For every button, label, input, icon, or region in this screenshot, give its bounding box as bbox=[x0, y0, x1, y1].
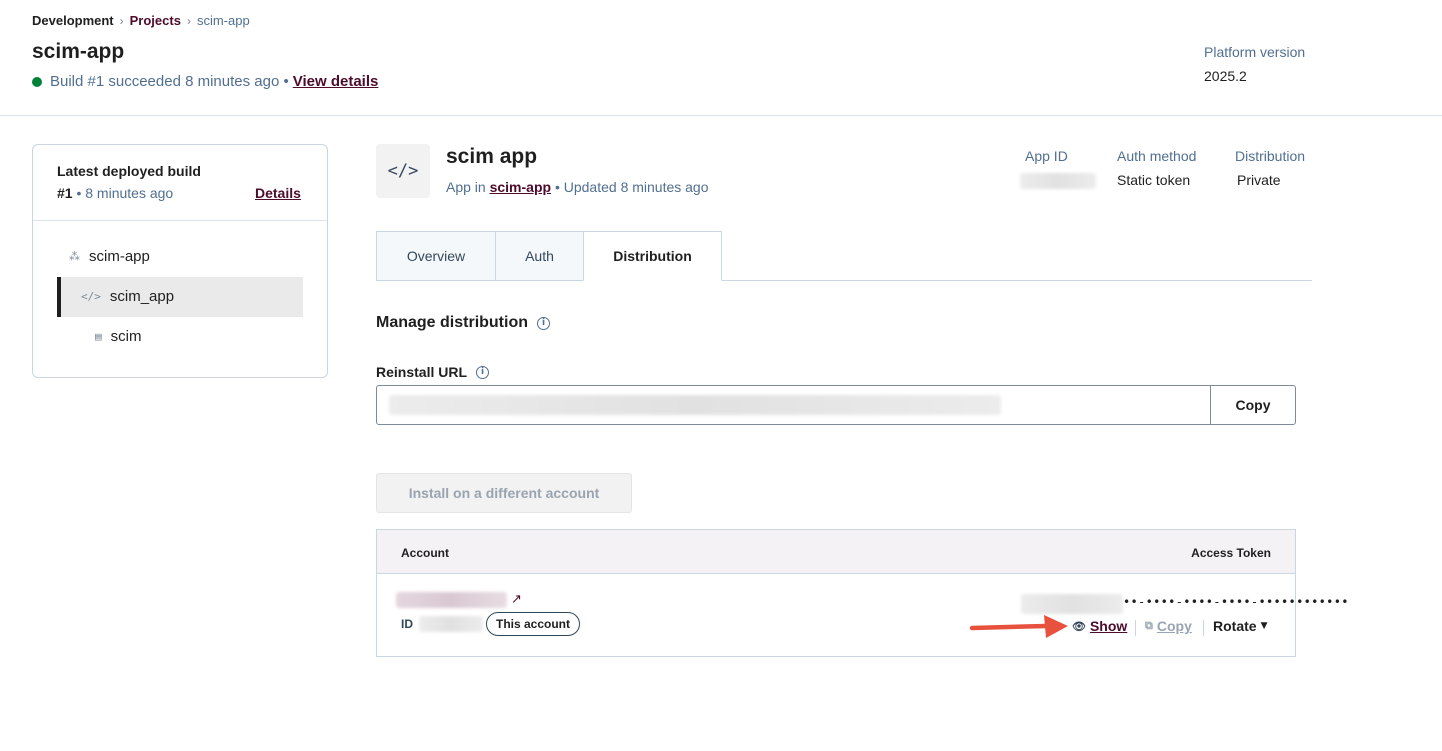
build-number: #1 bbox=[57, 185, 73, 201]
reinstall-url-redacted bbox=[389, 395, 1001, 415]
document-icon: ▤ bbox=[95, 330, 102, 343]
copy-url-button[interactable]: Copy bbox=[1210, 385, 1296, 425]
breadcrumb-separator: › bbox=[119, 13, 124, 28]
latest-build-card: Latest deployed build #1 • 8 minutes ago… bbox=[32, 144, 328, 378]
app-id-label: App ID bbox=[1025, 148, 1068, 164]
app-subtitle-prefix: App in bbox=[446, 179, 490, 195]
build-card-title: Latest deployed build bbox=[57, 163, 201, 179]
view-details-link[interactable]: View details bbox=[293, 73, 379, 90]
reinstall-url-field[interactable] bbox=[376, 385, 1211, 425]
this-account-badge: This account bbox=[486, 612, 581, 636]
platform-version-value: 2025.2 bbox=[1204, 68, 1247, 84]
copy-token-label: Copy bbox=[1156, 618, 1192, 634]
copy-icon: ⧉ bbox=[1145, 619, 1153, 632]
info-icon[interactable]: i bbox=[537, 316, 550, 330]
build-card-meta: #1 • 8 minutes ago bbox=[57, 185, 173, 201]
header-divider bbox=[0, 115, 1442, 116]
tree-item-label: scim-app bbox=[89, 248, 150, 265]
platform-version-label: Platform version bbox=[1204, 44, 1306, 60]
distribution-value: Private bbox=[1237, 172, 1281, 188]
section-title-text: Manage distribution bbox=[376, 314, 528, 331]
tab-distribution[interactable]: Distribution bbox=[583, 231, 722, 281]
account-id-redacted bbox=[419, 616, 483, 632]
project-icon: ⁂ bbox=[69, 250, 80, 263]
build-status-text: Build #1 succeeded 8 minutes ago • bbox=[50, 73, 289, 90]
page-title: scim-app bbox=[32, 40, 125, 63]
info-icon[interactable]: i bbox=[476, 365, 490, 379]
app-title: scim app bbox=[446, 145, 538, 168]
distribution-label: Distribution bbox=[1235, 148, 1306, 164]
tab-overview[interactable]: Overview bbox=[376, 231, 496, 281]
app-code-icon: </> bbox=[376, 144, 430, 198]
rotate-label: Rotate bbox=[1213, 618, 1257, 634]
app-id-value-redacted bbox=[1020, 173, 1096, 189]
tree-item-label: scim bbox=[110, 328, 142, 345]
build-card-divider bbox=[33, 220, 327, 221]
tab-auth[interactable]: Auth bbox=[495, 231, 584, 281]
status-dot-icon bbox=[32, 76, 42, 87]
copy-token-button: ⧉ Copy bbox=[1145, 618, 1192, 634]
auth-method-value: Static token bbox=[1117, 172, 1191, 188]
breadcrumb-current: scim-app bbox=[196, 13, 250, 28]
account-name-redacted[interactable] bbox=[396, 592, 507, 608]
app-subtitle-suffix: • Updated 8 minutes ago bbox=[551, 179, 709, 195]
rotate-token-dropdown[interactable]: Rotate ▼ bbox=[1213, 618, 1267, 634]
caret-down-icon: ▼ bbox=[1260, 621, 1268, 631]
access-token-masked: ••-••••-••••-••••-•••••••••••• bbox=[1123, 595, 1349, 609]
breadcrumb-development[interactable]: Development bbox=[32, 13, 114, 28]
tree-item-project[interactable]: ⁂ scim-app bbox=[69, 248, 150, 265]
code-icon: </> bbox=[81, 290, 101, 303]
app-project-link[interactable]: scim-app bbox=[490, 179, 551, 195]
auth-method-label: Auth method bbox=[1117, 148, 1197, 164]
show-token-button[interactable]: 👁 Show bbox=[1072, 618, 1127, 634]
accounts-table: Account Access Token ↗ ID This account •… bbox=[376, 529, 1348, 657]
reinstall-url-label: Reinstall URL i bbox=[376, 364, 490, 380]
column-access-token: Access Token bbox=[1191, 546, 1271, 560]
tree-item-label: scim_app bbox=[109, 288, 175, 305]
tree-item-app[interactable]: </> scim_app bbox=[81, 288, 174, 305]
external-link-icon[interactable]: ↗ bbox=[511, 592, 522, 607]
column-account: Account bbox=[401, 546, 449, 560]
build-status: Build #1 succeeded 8 minutes ago • View … bbox=[32, 73, 378, 90]
annotation-arrow-icon bbox=[969, 615, 1068, 638]
manage-distribution-heading: Manage distribution i bbox=[376, 314, 550, 332]
show-label: Show bbox=[1089, 618, 1128, 634]
action-separator bbox=[1203, 620, 1204, 636]
reinstall-url-label-text: Reinstall URL bbox=[376, 364, 468, 380]
install-different-account-button: Install on a different account bbox=[376, 473, 632, 513]
action-separator bbox=[1135, 620, 1136, 636]
breadcrumb: Development › Projects › scim-app bbox=[32, 13, 250, 28]
tree-item-component[interactable]: ▤ scim bbox=[95, 328, 141, 345]
build-age: • 8 minutes ago bbox=[72, 185, 174, 201]
account-id-label: ID bbox=[401, 617, 413, 631]
build-details-link[interactable]: Details bbox=[255, 185, 301, 201]
breadcrumb-projects[interactable]: Projects bbox=[130, 13, 181, 28]
breadcrumb-separator: › bbox=[186, 13, 191, 28]
app-subtitle: App in scim-app • Updated 8 minutes ago bbox=[446, 179, 709, 195]
eye-icon: 👁 bbox=[1072, 619, 1086, 633]
table-header: Account Access Token bbox=[377, 530, 1295, 574]
